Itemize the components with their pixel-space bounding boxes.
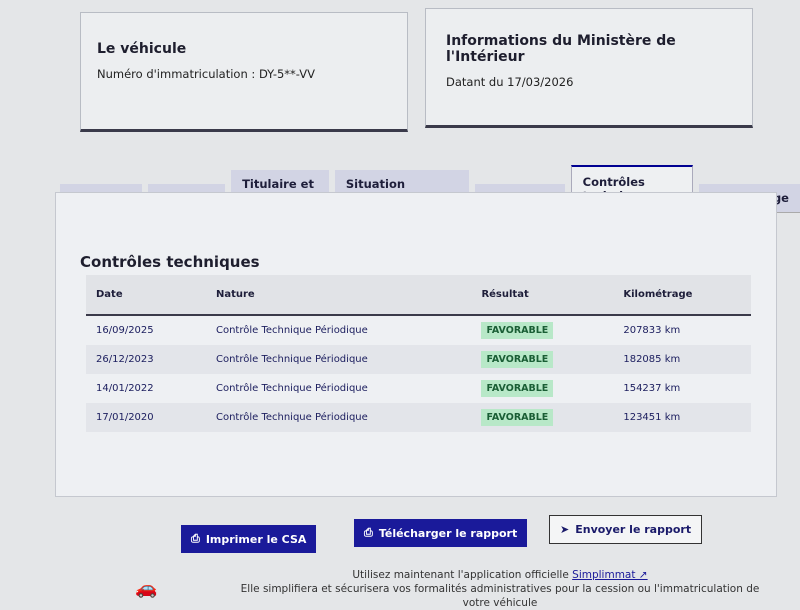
status-badge: FAVORABLE	[481, 409, 554, 426]
cell-km: 207833 km	[623, 325, 681, 336]
status-badge: FAVORABLE	[481, 322, 554, 339]
col-km: Kilométrage	[613, 275, 751, 316]
printer-icon: ⎙	[191, 532, 200, 545]
download-report-button[interactable]: ⎙ Télécharger le rapport	[354, 519, 528, 547]
table-row: 14/01/2022 Contrôle Technique Périodique F…	[86, 374, 751, 403]
cell-date: 26/12/2023	[86, 345, 206, 374]
table-row: 26/12/2023 Contrôle Technique Périodique F…	[86, 345, 751, 374]
controls-table: Date Nature Résultat Kilométrage 16/09/2…	[86, 275, 751, 432]
ministry-card: Informations du Ministère de l'Intérieur…	[425, 8, 753, 128]
send-report-button[interactable]: ➤ Envoyer le rapport	[549, 515, 703, 544]
col-nature: Nature	[205, 275, 472, 316]
footer-line2: Elle simplifiera et sécurisera vos forma…	[240, 583, 760, 595]
col-date: Date	[86, 275, 206, 316]
cell-nature: Contrôle Technique Périodique	[205, 403, 472, 432]
status-badge: FAVORABLE	[481, 380, 554, 397]
printer-icon: ⎙	[364, 526, 373, 539]
footer-line1: Utilisez maintenant l'application offici…	[352, 569, 569, 581]
cell-date: 14/01/2022	[96, 383, 154, 394]
table-row: 16/09/2025 Contrôle Technique Périodique F…	[86, 315, 751, 345]
cell-date: 16/09/2025	[96, 325, 154, 336]
cell-km: 123451 km	[613, 403, 751, 432]
cell-date: 17/01/2020	[86, 403, 206, 432]
cell-km: 182085 km	[613, 345, 751, 374]
download-label: Télécharger le rapport	[378, 526, 518, 540]
plate-number: Numéro d'immatriculation : DY-5**-VV	[97, 67, 316, 81]
vehicle-card: Le véhicule Numéro d'immatriculation : D…	[80, 12, 408, 132]
cell-nature: Contrôle Technique Périodique	[205, 345, 472, 374]
footer-text: Utilisez maintenant l'application offici…	[240, 568, 760, 610]
cell-nature: Contrôle Technique Périodique	[215, 325, 368, 336]
cell-km: 154237 km	[623, 383, 681, 394]
print-label: Imprimer le CSA	[205, 532, 307, 546]
simplimmat-logo: 🚗	[135, 578, 158, 599]
table-row: 17/01/2020 Contrôle Technique Périodique F…	[86, 403, 751, 432]
send-icon: ➤	[560, 523, 570, 536]
cell-nature: Contrôle Technique Périodique	[215, 383, 368, 394]
section-title: Contrôles techniques	[80, 253, 260, 271]
col-result: Résultat	[471, 275, 614, 316]
status-badge: FAVORABLE	[481, 351, 554, 368]
vehicle-title: Le véhicule	[97, 41, 187, 57]
ministry-title: Informations du Ministère de l'Intérieur	[446, 33, 676, 65]
ministry-date: Datant du 17/03/2026	[446, 75, 574, 89]
footer-line3: votre véhicule	[462, 597, 538, 609]
tab-panel: Contrôles techniques Date Nature Résulta…	[55, 192, 777, 497]
send-label: Envoyer le rapport	[575, 523, 692, 536]
print-csa-button[interactable]: ⎙ Imprimer le CSA	[181, 525, 317, 553]
simplimmat-link[interactable]: Simplimmat ↗	[572, 569, 647, 581]
